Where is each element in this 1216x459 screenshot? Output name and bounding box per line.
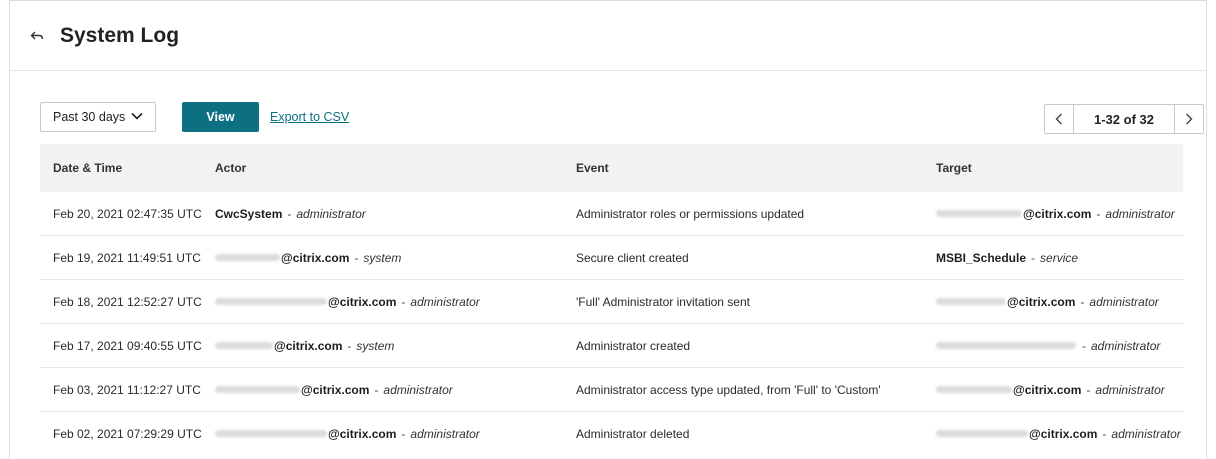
pagination: 1-32 of 32 [1044,104,1204,134]
row-event: 'Full' Administrator invitation sent [576,294,750,309]
target-name: @citrix.com [1029,426,1098,441]
row-datetime: Feb 03, 2021 11:12:27 UTC [53,382,201,397]
chevron-right-icon [1186,113,1193,125]
pagination-count: 1-32 of 32 [1073,105,1175,133]
actor-name: @citrix.com [328,426,397,441]
actor-name: @citrix.com [328,294,397,309]
back-arrow-icon [30,31,44,39]
date-range-select[interactable]: Past 30 days [40,102,156,132]
actor-role: administrator [383,382,453,397]
export-csv-link[interactable]: Export to CSV [270,110,349,124]
redacted-text [936,386,1012,393]
row-actor: CwcSystem - administrator [205,207,563,221]
actor-role: administrator [296,206,366,221]
row-datetime: Feb 02, 2021 07:29:29 UTC [53,426,202,441]
separator: - [347,338,352,353]
row-target: MSBI_Schedule - service [923,251,1183,265]
actor-name: @citrix.com [301,382,370,397]
date-range-value: Past 30 days [53,110,126,124]
separator: - [1102,426,1107,441]
separator: - [287,206,292,221]
redacted-text [215,254,280,261]
row-target: @citrix.com - administrator [923,427,1183,441]
column-header-target[interactable]: Target [923,161,1183,175]
redacted-text [936,342,1076,349]
target-role: administrator [1095,382,1165,397]
redacted-text [215,342,273,349]
actor-role: system [363,250,402,265]
row-actor: @citrix.com - administrator [205,427,563,441]
toolbar: Past 30 days View Export to CSV 1-32 of … [40,102,1204,134]
row-datetime: Feb 18, 2021 12:52:27 UTC [53,294,202,309]
separator: - [354,250,359,265]
separator: - [1096,206,1101,221]
separator: - [1080,294,1085,309]
separator: - [374,382,379,397]
target-name: @citrix.com [1007,294,1076,309]
table-row[interactable]: Feb 03, 2021 11:12:27 UTC @citrix.com - … [40,368,1183,412]
table-row[interactable]: Feb 20, 2021 02:47:35 UTC CwcSystem - ad… [40,192,1183,236]
page-header: System Log [10,1,1206,71]
redacted-text [936,298,1006,305]
table-row[interactable]: Feb 17, 2021 09:40:55 UTC @citrix.com - … [40,324,1183,368]
row-actor: @citrix.com - system [205,339,563,353]
table-row[interactable]: Feb 19, 2021 11:49:51 UTC @citrix.com - … [40,236,1183,280]
actor-role: system [356,338,395,353]
row-actor: @citrix.com - administrator [205,383,563,397]
target-role: administrator [1111,426,1181,441]
system-log-table: Date & Time Actor Event Target Feb 20, 2… [40,144,1183,455]
target-role: administrator [1091,338,1161,353]
redacted-text [215,430,327,437]
view-button[interactable]: View [182,102,259,132]
target-role: administrator [1105,206,1175,221]
row-target: @citrix.com - administrator [923,383,1183,397]
redacted-text [215,298,327,305]
row-event: Administrator access type updated, from … [576,382,881,397]
separator: - [1031,250,1036,265]
separator: - [401,294,406,309]
actor-name: @citrix.com [274,338,343,353]
column-header-event[interactable]: Event [563,161,923,175]
row-event: Secure client created [576,250,689,265]
redacted-text [936,210,1022,217]
separator: - [1082,338,1086,353]
separator: - [1086,382,1091,397]
actor-name: @citrix.com [281,250,350,265]
row-datetime: Feb 17, 2021 09:40:55 UTC [53,338,202,353]
target-name: @citrix.com [1013,382,1082,397]
column-header-date-time[interactable]: Date & Time [40,161,205,175]
row-actor: @citrix.com - system [205,251,563,265]
row-target: @citrix.com - administrator [923,207,1183,221]
chevron-left-icon [1055,113,1062,125]
actor-role: administrator [410,426,480,441]
row-target: - administrator [923,339,1183,353]
row-target: @citrix.com - administrator [923,295,1183,309]
back-button[interactable] [26,25,48,47]
table-row[interactable]: Feb 18, 2021 12:52:27 UTC @citrix.com - … [40,280,1183,324]
redacted-text [215,386,300,393]
target-name: @citrix.com [1023,206,1092,221]
row-event: Administrator deleted [576,426,690,441]
chevron-down-icon [131,112,143,120]
previous-page-button[interactable] [1045,105,1073,133]
row-datetime: Feb 20, 2021 02:47:35 UTC [53,206,202,221]
table-row[interactable]: Feb 02, 2021 07:29:29 UTC @citrix.com - … [40,412,1183,455]
table-header: Date & Time Actor Event Target [40,144,1183,192]
row-datetime: Feb 19, 2021 11:49:51 UTC [53,250,201,265]
actor-role: administrator [410,294,480,309]
target-name: MSBI_Schedule [936,250,1027,265]
separator: - [401,426,406,441]
next-page-button[interactable] [1175,105,1203,133]
row-actor: @citrix.com - administrator [205,295,563,309]
row-event: Administrator roles or permissions updat… [576,206,805,221]
actor-name: CwcSystem [215,206,283,221]
redacted-text [936,430,1028,437]
page-title: System Log [60,23,180,47]
row-event: Administrator created [576,338,691,353]
column-header-actor[interactable]: Actor [205,161,563,175]
target-role: service [1040,250,1079,265]
target-role: administrator [1089,294,1159,309]
